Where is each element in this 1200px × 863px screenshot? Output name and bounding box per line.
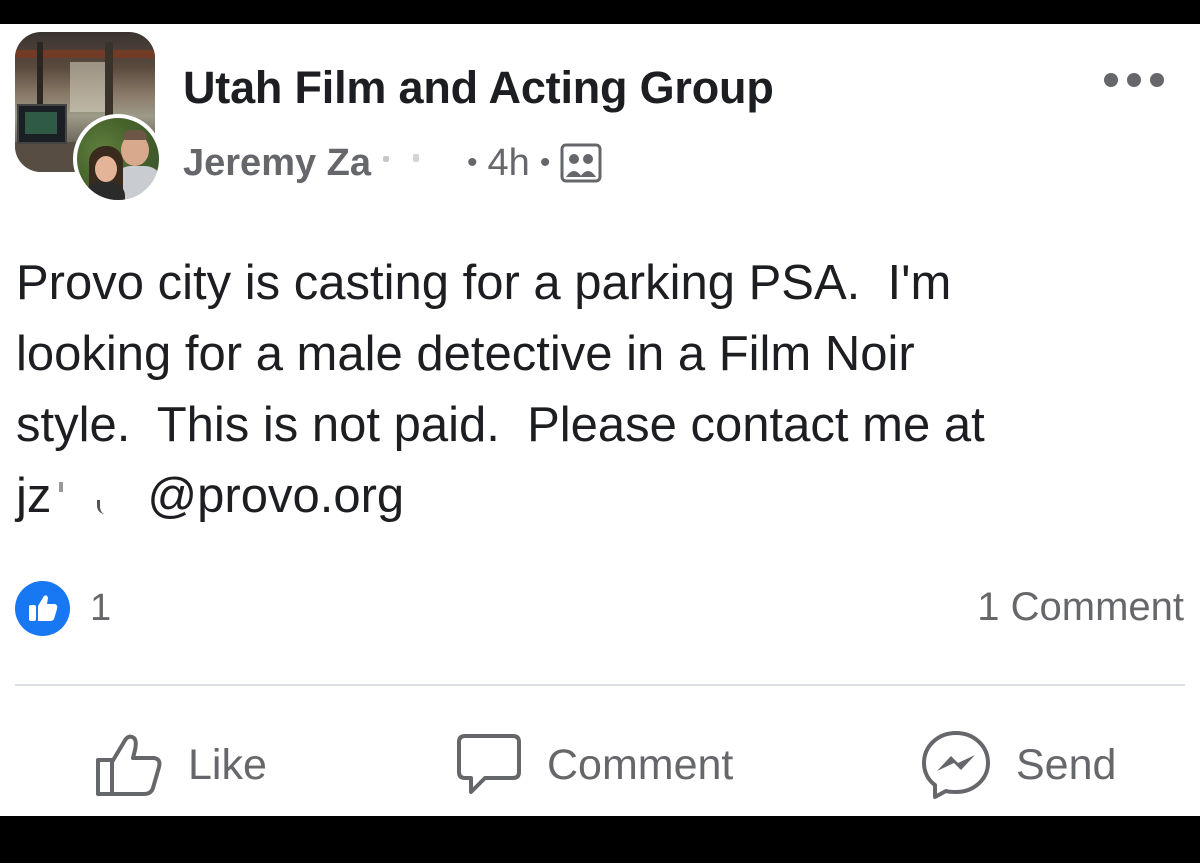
- meta-separator: •: [539, 146, 551, 179]
- reaction-count: 1: [90, 586, 112, 629]
- post-meta: Jeremy Za • 4h •: [183, 140, 602, 186]
- bottom-black-bar: [0, 816, 1200, 863]
- group-audience-icon: [560, 143, 602, 183]
- email-suffix: @provo.org: [147, 469, 405, 523]
- more-dot: [1150, 73, 1164, 87]
- group-name-link[interactable]: Utah Film and Acting Group: [183, 62, 774, 114]
- email-prefix: jz: [16, 469, 52, 523]
- thumbs-up-icon: [15, 580, 70, 636]
- post-body-line: style. This is not paid. Please contact …: [16, 398, 985, 452]
- author-name-link[interactable]: Jeremy Za: [183, 142, 371, 185]
- post-body-line: looking for a male detective in a Film N…: [16, 327, 915, 381]
- avatar-photo-detail: [15, 50, 155, 58]
- top-black-bar: [0, 0, 1200, 24]
- post-body-line: Provo city is casting for a parking PSA.…: [16, 256, 952, 310]
- avatar-photo-detail: [95, 156, 117, 182]
- like-icon: [94, 732, 164, 798]
- divider: [15, 684, 1185, 686]
- avatar-photo-detail: [123, 130, 147, 140]
- meta-separator: •: [467, 146, 478, 179]
- more-dot: [1127, 73, 1141, 87]
- send-button[interactable]: Send: [920, 720, 1116, 810]
- comment-count-link[interactable]: 1 Comment: [977, 585, 1184, 630]
- post-action-bar: Like Comment Send: [0, 720, 1200, 810]
- reaction-summary[interactable]: 1: [15, 580, 112, 636]
- like-button[interactable]: Like: [94, 720, 267, 810]
- redacted-name-mark: [373, 148, 457, 178]
- avatar-photo-detail: [17, 104, 67, 144]
- comment-label: Comment: [547, 740, 734, 789]
- post-timestamp[interactable]: 4h: [488, 142, 530, 185]
- avatar-photo-detail: [70, 62, 110, 112]
- like-label: Like: [188, 740, 267, 789]
- comment-icon: [455, 732, 523, 798]
- messenger-icon: [920, 729, 992, 801]
- more-options-icon[interactable]: [1104, 70, 1164, 90]
- comment-button[interactable]: Comment: [455, 720, 733, 810]
- redacted-email-mark: [51, 476, 147, 516]
- more-dot: [1104, 73, 1118, 87]
- post-body: Provo city is casting for a parking PSA.…: [16, 248, 1176, 532]
- post-email[interactable]: jz @provo.org: [16, 461, 1176, 532]
- send-label: Send: [1016, 740, 1117, 789]
- author-avatar[interactable]: [73, 114, 163, 204]
